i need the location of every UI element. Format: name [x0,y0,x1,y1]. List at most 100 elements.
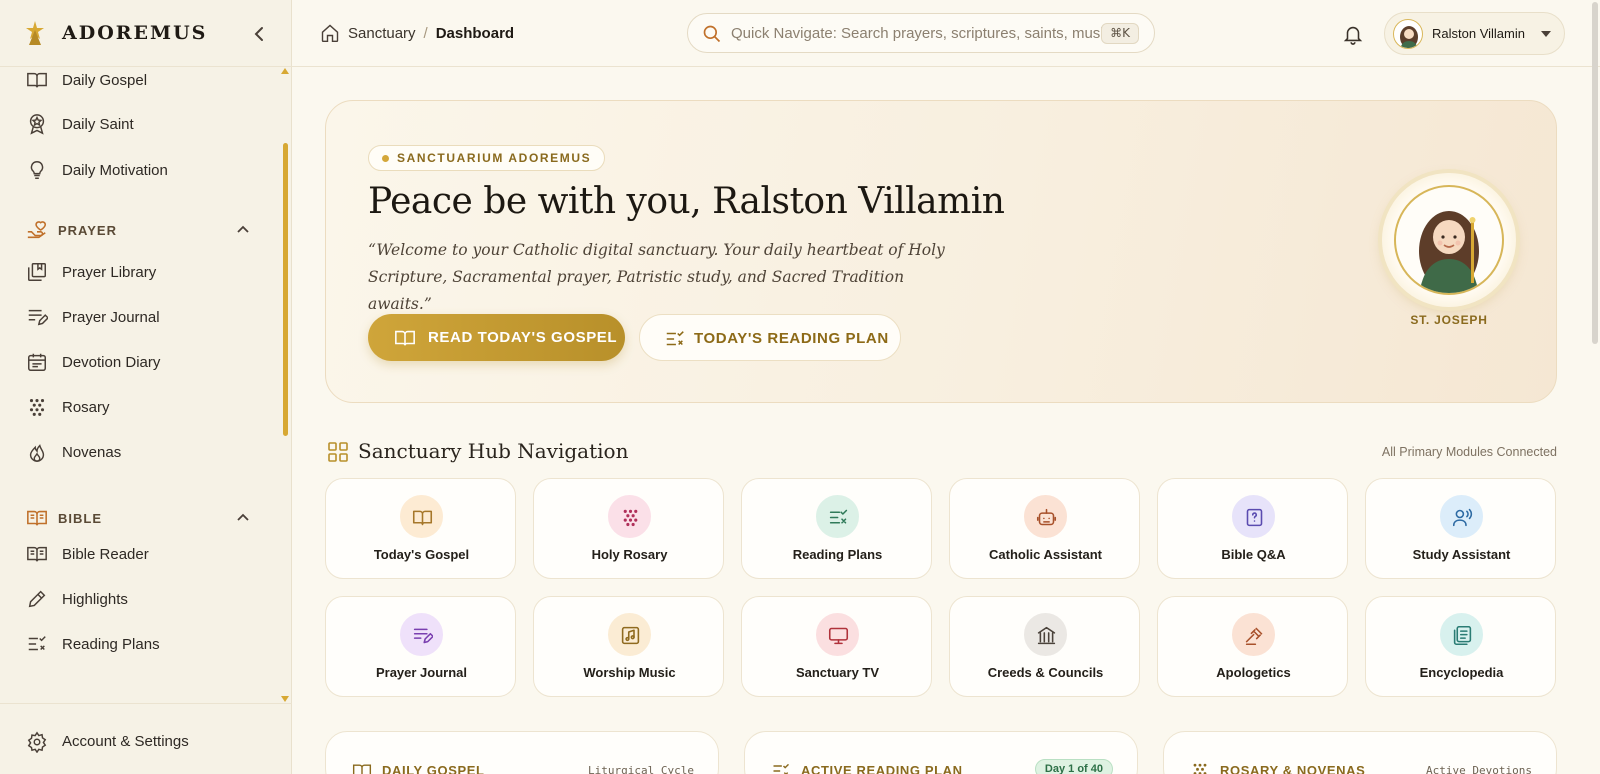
sidebar-item-prayer-library[interactable]: Prayer Library [0,252,280,292]
tile-icon-circle [1232,495,1275,538]
sidebar-item-label: Daily Gospel [62,71,148,89]
tile-label: Reading Plans [792,547,883,562]
card-title: ROSARY & NOVENAS [1220,763,1366,774]
hub-tile-study-assistant[interactable]: Study Assistant [1365,478,1556,579]
sidebar-item-daily-saint[interactable]: Daily Saint [0,104,280,144]
sidebar-item-label: Daily Saint [62,115,134,133]
topbar: Sanctuary / Dashboard Quick Navigate: Se… [292,0,1600,67]
sidebar-item-daily-gospel[interactable]: Daily Gospel [0,67,280,100]
search-placeholder: Quick Navigate: Search prayers, scriptur… [731,25,1106,42]
sidebar-item-prayer-journal[interactable]: Prayer Journal [0,297,280,337]
reading-plan-button[interactable]: TODAY'S READING PLAN [639,314,901,361]
sidebar-nav[interactable]: Daily Gospel Daily Saint Daily Motivatio… [0,67,292,703]
sidebar-item-label: Prayer Library [62,263,157,281]
chevron-up-icon[interactable] [236,511,250,525]
card-title: ACTIVE READING PLAN [801,763,963,774]
sidebar-item-rosary[interactable]: Rosary [0,387,280,427]
sidebar-item-label: Prayer Journal [62,308,160,326]
sidebar-item-devotion-diary[interactable]: Devotion Diary [0,342,280,382]
main-scrollbar[interactable] [1592,2,1598,344]
brand-logo-icon [26,21,44,45]
hub-tile-encyclopedia[interactable]: Encyclopedia [1365,596,1556,697]
day-badge: Day 1 of 40 [1034,759,1113,774]
gavel-icon [1245,627,1263,646]
sidebar-item-reading-plans[interactable]: Reading Plans [0,624,280,664]
sidebar-item-novenas[interactable]: Novenas [0,432,280,472]
search-input[interactable]: Quick Navigate: Search prayers, scriptur… [687,13,1155,53]
hub-tile-catholic-assistant[interactable]: Catholic Assistant [949,478,1140,579]
hub-tile-sanctuary-tv[interactable]: Sanctuary TV [741,596,932,697]
saint-image [1394,185,1504,295]
hub-tile-apologetics[interactable]: Apologetics [1157,596,1348,697]
sidebar-section-prayer[interactable]: PRAYER [0,215,280,245]
brand-name: ADOREMUS [62,22,208,44]
tile-icon-circle [400,613,443,656]
saint-name: ST. JOSEPH [1410,313,1488,327]
journal-pen-icon [28,309,48,326]
book-open-icon [395,330,415,346]
praying-hands-icon [27,221,47,239]
saint-portrait[interactable] [1382,173,1516,307]
tile-label: Bible Q&A [1221,547,1286,562]
tile-label: Creeds & Councils [987,665,1104,680]
user-menu[interactable]: Ralston Villamin [1384,12,1565,55]
hero-greeting: Peace be with you, Ralston Villamin [368,181,1005,222]
hub-tile-today-s-gospel[interactable]: Today's Gospel [325,478,516,579]
sidebar-item-label: Daily Motivation [62,161,168,179]
tile-icon-circle [1024,613,1067,656]
tile-icon-circle [1440,495,1483,538]
tile-icon-circle [1024,495,1067,538]
card-title: DAILY GOSPEL [382,763,485,774]
sidebar-item-label: Devotion Diary [62,353,161,371]
library-icon [28,263,46,281]
tile-label: Worship Music [583,665,676,680]
sidebar-item-highlights[interactable]: Highlights [0,579,280,619]
tile-icon-circle [608,613,651,656]
hub-tile-worship-music[interactable]: Worship Music [533,596,724,697]
card-meta: Active Devotions [1426,764,1532,774]
hero-quote: “Welcome to your Catholic digital sanctu… [368,241,945,313]
chevron-up-icon[interactable] [236,223,250,237]
hub-title: Sanctuary Hub Navigation [358,439,629,463]
breadcrumb-sanctuary[interactable]: Sanctuary [348,25,416,42]
tile-icon-circle [1440,613,1483,656]
calendar-icon [28,353,46,371]
rosary-novenas-card[interactable]: ROSARY & NOVENAS Active Devotions [1163,731,1557,774]
hub-tile-holy-rosary[interactable]: Holy Rosary [533,478,724,579]
lightbulb-icon [30,161,44,179]
scroll-down-arrow[interactable] [281,696,289,702]
book-open-icon [27,72,47,88]
scroll-up-arrow[interactable] [281,68,289,74]
list-check-icon [829,509,848,524]
sidebar-item-daily-motivation[interactable]: Daily Motivation [0,150,280,190]
sidebar-item-label: Novenas [62,443,122,461]
grid-icon [328,442,348,462]
columns-icon [1037,626,1056,645]
bible-icon [27,510,47,526]
sidebar-item-label: Bible Reader [62,545,149,563]
music-note-icon [621,626,640,645]
bell-icon[interactable] [1342,23,1364,45]
hub-tile-creeds-councils[interactable]: Creeds & Councils [949,596,1140,697]
read-gospel-button[interactable]: READ TODAY'S GOSPEL [368,314,625,361]
breadcrumb: Sanctuary / Dashboard [320,23,514,43]
sidebar-item-bible-reader[interactable]: Bible Reader [0,534,280,574]
sidebar-scrollbar[interactable] [283,143,288,436]
tile-label: Today's Gospel [373,547,470,562]
search-shortcut-badge: ⌘K [1101,23,1139,44]
reading-plan-card[interactable]: ACTIVE READING PLAN Day 1 of 40 [744,731,1138,774]
monitor-icon [828,627,849,645]
sidebar-section-bible[interactable]: BIBLE [0,503,280,533]
hub-tile-prayer-journal[interactable]: Prayer Journal [325,596,516,697]
home-icon[interactable] [320,23,340,43]
rosary-dots-icon [1193,763,1207,774]
pen-icon [28,590,46,608]
hub-tile-reading-plans[interactable]: Reading Plans [741,478,932,579]
flame-icon [29,444,45,462]
account-settings-link[interactable]: Account & Settings [0,703,292,774]
daily-gospel-card[interactable]: DAILY GOSPEL Liturgical Cycle [325,731,719,774]
collapse-sidebar-icon[interactable] [250,24,270,44]
list-check-icon [773,763,790,774]
gear-icon [27,731,47,753]
hub-tile-bible-q-a[interactable]: Bible Q&A [1157,478,1348,579]
